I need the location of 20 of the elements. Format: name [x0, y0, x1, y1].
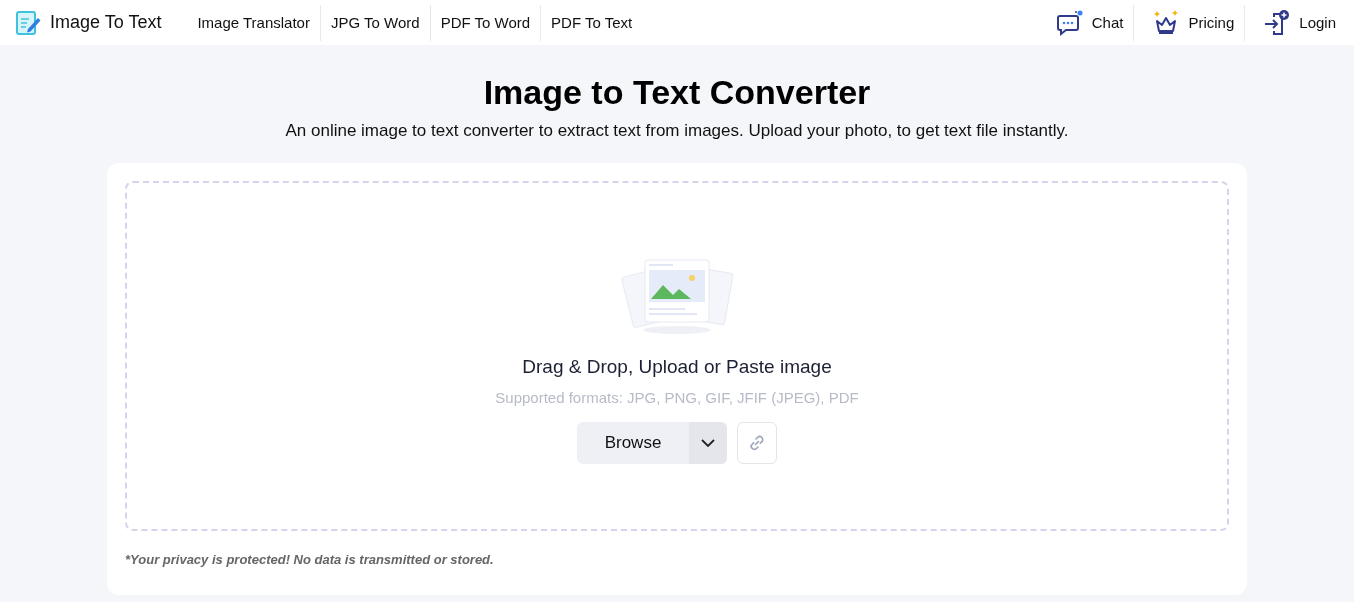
nav-link[interactable]: PDF To Word	[430, 14, 541, 31]
page-subtitle: An online image to text converter to extract text from images. Upload your photo, to get text file instantly.	[285, 121, 1069, 141]
chat-bubble-icon	[1055, 8, 1084, 37]
drop-zone[interactable]: Drag & Drop, Upload or Paste image Supported formats: JPG, PNG, GIF, JFIF (JPEG), PDF Browse	[125, 181, 1229, 531]
supported-formats: Supported formats: JPG, PNG, GIF, JFIF (JPEG), PDF	[495, 389, 859, 406]
link-icon	[748, 434, 766, 452]
nav-link[interactable]: JPG To Word	[320, 14, 430, 31]
logo-text[interactable]: Image To Text	[50, 12, 162, 33]
pricing-link[interactable]: Pricing	[1134, 8, 1245, 37]
chat-link[interactable]: Chat	[1037, 8, 1134, 37]
caret-icon	[701, 438, 715, 448]
drop-prompt: Drag & Drop, Upload or Paste image	[522, 356, 832, 378]
notepad-icon	[14, 8, 42, 37]
login-link[interactable]: Login	[1245, 8, 1346, 37]
privacy-note: *Your privacy is protected! No data is transmitted or stored.	[125, 552, 495, 567]
login-icon	[1263, 8, 1292, 37]
nav-link[interactable]: PDF To Text	[541, 14, 643, 31]
dropdown-button[interactable]	[689, 422, 727, 464]
nav-link[interactable]: Image Translator	[189, 14, 320, 31]
page-title: Image to Text Converter	[483, 73, 871, 112]
